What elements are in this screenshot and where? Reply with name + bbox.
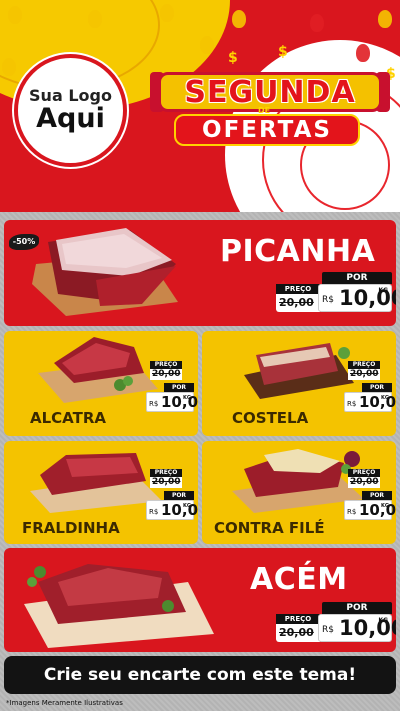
current-price: 10,00 bbox=[161, 501, 198, 519]
price-label-preco: PREÇO bbox=[276, 614, 320, 624]
current-price-box: R$ 10,00 KG bbox=[146, 500, 198, 520]
discount-badge: -50% bbox=[9, 234, 39, 250]
headline-top-text: SEGUNDA bbox=[184, 74, 356, 110]
price-label-por: POR bbox=[164, 383, 194, 392]
price-label-preco: PREÇO bbox=[276, 284, 320, 294]
balloon-icon bbox=[200, 36, 214, 54]
product-card-acem[interactable]: ACÉM POR PREÇO 20,00 R$ 10,00 KG bbox=[4, 548, 396, 652]
currency-symbol: R$ bbox=[347, 508, 357, 516]
dollar-icon: $ bbox=[228, 50, 238, 66]
currency-symbol: R$ bbox=[347, 400, 357, 408]
price-unit: KG bbox=[183, 395, 191, 401]
product-name: ACÉM bbox=[250, 562, 348, 597]
price-unit: KG bbox=[183, 503, 191, 509]
header-banner: $ $ $ $ Sua Logo Aqui SEGUNDA DE OFERTAS bbox=[0, 0, 400, 212]
currency-symbol: R$ bbox=[149, 508, 159, 516]
price-unit: KG bbox=[378, 287, 388, 294]
price-tag: POR PREÇO 20,00 R$ 10,00 KG bbox=[276, 602, 396, 642]
headline-bottom: OFERTAS bbox=[174, 114, 360, 146]
product-card-fraldinha[interactable]: FRALDINHA PREÇO 20,00 POR R$ 10,00 KG bbox=[4, 441, 198, 544]
current-price-box: R$ 10,00 KG bbox=[344, 500, 396, 520]
balloon-icon bbox=[2, 58, 16, 76]
price-label-por: POR bbox=[322, 272, 392, 284]
old-price: 20,00 bbox=[279, 626, 314, 639]
old-price: 20,00 bbox=[152, 477, 181, 487]
current-price-box: R$ 10,00 KG bbox=[318, 284, 396, 312]
logo-text-top: Sua Logo bbox=[29, 85, 112, 105]
price-label-preco: PREÇO bbox=[150, 469, 182, 477]
price-unit: KG bbox=[381, 395, 389, 401]
meat-image bbox=[32, 228, 178, 316]
headline: SEGUNDA DE OFERTAS bbox=[150, 72, 390, 152]
store-logo-placeholder: Sua Logo Aqui bbox=[14, 54, 127, 167]
product-name: ALCATRA bbox=[30, 409, 107, 427]
cta-banner[interactable]: Crie seu encarte com este tema! bbox=[4, 656, 396, 694]
price-tag: POR PREÇO 20,00 R$ 10,00 KG bbox=[276, 272, 396, 312]
balloon-icon bbox=[356, 44, 370, 62]
price-label-preco: PREÇO bbox=[150, 361, 182, 369]
price-unit: KG bbox=[381, 503, 389, 509]
old-price: 20,00 bbox=[279, 296, 314, 309]
price-label-por: POR bbox=[164, 491, 194, 500]
balloon-icon bbox=[160, 4, 174, 22]
old-price: 20,00 bbox=[350, 477, 379, 487]
price-tag: PREÇO 20,00 POR R$ 10,00 KG bbox=[344, 469, 396, 525]
product-name: PICANHA bbox=[220, 234, 376, 269]
current-price: 10,00 bbox=[359, 393, 396, 411]
meat-image bbox=[24, 564, 214, 648]
old-price-box: PREÇO 20,00 bbox=[276, 284, 320, 312]
old-price-box: 20,00 bbox=[348, 477, 380, 488]
price-tag: PREÇO 20,00 POR R$ 10,00 KG bbox=[344, 361, 396, 417]
product-name: COSTELA bbox=[232, 409, 309, 427]
currency-symbol: R$ bbox=[322, 625, 334, 635]
current-price: 10,00 bbox=[161, 393, 198, 411]
current-price: 10,00 bbox=[359, 501, 396, 519]
meat-image bbox=[38, 337, 158, 403]
flyer-page: $ $ $ $ Sua Logo Aqui SEGUNDA DE OFERTAS bbox=[0, 0, 400, 711]
meat-image bbox=[30, 453, 162, 513]
balloon-icon bbox=[232, 10, 246, 28]
price-label-por: POR bbox=[362, 383, 392, 392]
old-price-box: PREÇO 20,00 bbox=[276, 614, 320, 642]
headline-bottom-text: OFERTAS bbox=[202, 117, 332, 143]
logo-text-bottom: Aqui bbox=[36, 102, 105, 134]
product-card-costela[interactable]: COSTELA PREÇO 20,00 POR R$ 10,00 KG bbox=[202, 331, 396, 436]
old-price: 20,00 bbox=[152, 369, 181, 379]
product-card-contra-file[interactable]: CONTRA FILÉ PREÇO 20,00 POR R$ 10,00 KG bbox=[202, 441, 396, 544]
price-label-preco: PREÇO bbox=[348, 361, 380, 369]
old-price: 20,00 bbox=[350, 369, 379, 379]
balloon-icon bbox=[378, 10, 392, 28]
dollar-icon: $ bbox=[278, 44, 288, 60]
old-price-box: 20,00 bbox=[150, 369, 182, 380]
old-price-box: 20,00 bbox=[150, 477, 182, 488]
old-price-box: 20,00 bbox=[348, 369, 380, 380]
product-card-picanha[interactable]: PICANHA POR PREÇO 20,00 R$ 10,00 KG bbox=[4, 220, 396, 326]
balloon-icon bbox=[8, 6, 22, 24]
price-tag: PREÇO 20,00 POR R$ 10,00 KG bbox=[146, 361, 198, 417]
cta-text: Crie seu encarte com este tema! bbox=[43, 665, 357, 685]
balloon-icon bbox=[88, 10, 102, 28]
balloon-icon bbox=[310, 14, 324, 32]
price-label-por: POR bbox=[362, 491, 392, 500]
product-name: CONTRA FILÉ bbox=[214, 519, 325, 537]
product-name: FRALDINHA bbox=[22, 519, 120, 537]
current-price-box: R$ 10,00 KG bbox=[318, 614, 396, 642]
price-label-por: POR bbox=[322, 602, 392, 614]
currency-symbol: R$ bbox=[322, 295, 334, 305]
product-card-alcatra[interactable]: ALCATRA PREÇO 20,00 POR R$ 10,00 KG bbox=[4, 331, 198, 436]
disclaimer-text: *Imagens Meramente Ilustrativas bbox=[6, 699, 123, 707]
current-price-box: R$ 10,00 KG bbox=[344, 392, 396, 412]
currency-symbol: R$ bbox=[149, 400, 159, 408]
price-label-preco: PREÇO bbox=[348, 469, 380, 477]
price-tag: PREÇO 20,00 POR R$ 10,00 KG bbox=[146, 469, 198, 525]
current-price-box: R$ 10,00 KG bbox=[146, 392, 198, 412]
price-unit: KG bbox=[378, 617, 388, 624]
meat-image bbox=[244, 343, 354, 399]
